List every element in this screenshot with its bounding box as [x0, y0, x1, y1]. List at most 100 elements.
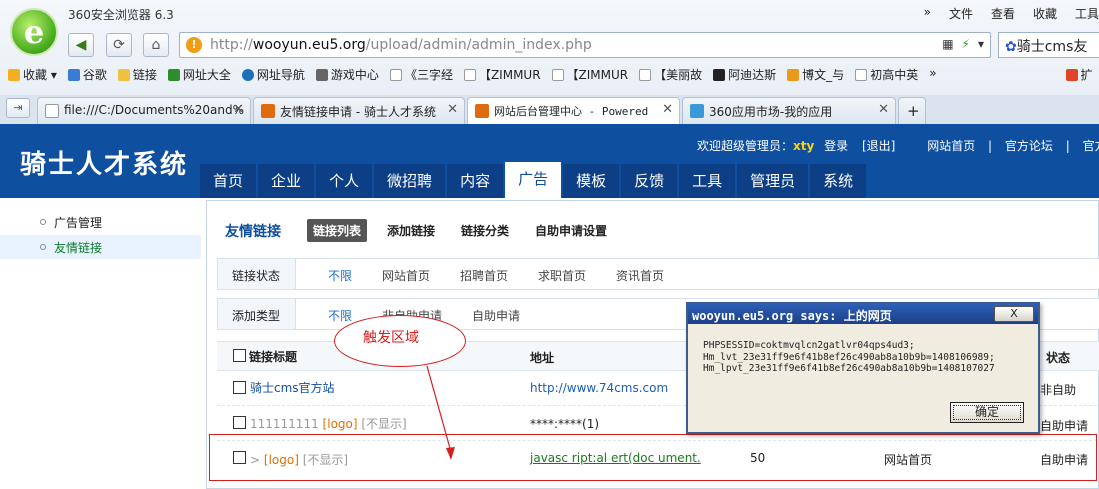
- tab-strip: ⇥ file:///C:/Documents%20and% ✕ 友情链接申请 - …: [0, 95, 1099, 125]
- nav-content[interactable]: 内容: [447, 164, 504, 198]
- filter-option[interactable]: 网站首页: [382, 267, 430, 284]
- dialog-ok-button[interactable]: 确定: [950, 402, 1024, 423]
- bookmark-zimmur-1[interactable]: 【ZIMMUR: [463, 66, 541, 86]
- nav-home[interactable]: 首页: [200, 164, 257, 198]
- menu-tools[interactable]: 工具: [1075, 5, 1099, 22]
- dialog-close-button[interactable]: X: [994, 306, 1034, 322]
- nav-personal[interactable]: 个人: [316, 164, 373, 198]
- link-title[interactable]: 骑士cms官方站: [250, 379, 335, 396]
- site-info-icon[interactable]: !: [186, 37, 202, 53]
- page-icon: [463, 69, 476, 81]
- nav-ads[interactable]: 广告: [505, 162, 562, 198]
- row-checkbox[interactable]: [233, 381, 246, 394]
- search-input[interactable]: ✿骑士cms友: [998, 32, 1099, 58]
- qr-code-icon[interactable]: ▦: [942, 37, 953, 51]
- forum-link[interactable]: 官方论坛: [1005, 139, 1053, 153]
- bookmark-links[interactable]: 链接: [117, 66, 157, 86]
- address-url[interactable]: http://wooyun.eu5.org/upload/admin/admin…: [210, 37, 592, 53]
- select-all-checkbox[interactable]: [233, 349, 246, 362]
- column-title: 链接标题: [249, 350, 298, 364]
- menu-favorites[interactable]: 收藏: [1033, 5, 1057, 22]
- nav-feedback[interactable]: 反馈: [621, 164, 678, 198]
- row-checkbox[interactable]: [233, 416, 246, 429]
- bookmark-google[interactable]: 谷歌: [67, 66, 107, 86]
- tab-link-apply[interactable]: 友情链接申请 - 骑士人才系统 ✕: [253, 97, 465, 124]
- filter-option[interactable]: 招聘首页: [460, 267, 508, 284]
- logout-link[interactable]: [退出]: [862, 139, 895, 153]
- bookmark-story[interactable]: 【美丽故: [639, 66, 702, 86]
- tab-add-link[interactable]: 添加链接: [381, 219, 441, 242]
- filter-option[interactable]: 不限: [328, 267, 352, 284]
- extensions-button[interactable]: 扩: [1065, 66, 1093, 86]
- bookmark-more[interactable]: »: [929, 66, 936, 86]
- folder-icon: [117, 69, 130, 81]
- bookmark-site-directory[interactable]: 网址大全: [167, 66, 231, 86]
- tab-self-apply-settings[interactable]: 自助申请设置: [529, 219, 613, 242]
- refresh-button[interactable]: ⟳: [106, 33, 132, 57]
- browser-chrome: e 360安全浏览器 6.3 » 文件 查看 收藏 工具 ◀ ⟳ ⌂ ! htt…: [0, 0, 1099, 125]
- nav-templates[interactable]: 模板: [563, 164, 620, 198]
- page-icon: [551, 69, 564, 81]
- home-icon: ⌂: [151, 37, 161, 53]
- browser-menu: » 文件 查看 收藏 工具: [924, 5, 1099, 22]
- chevron-down-icon[interactable]: ▾: [978, 37, 984, 51]
- nav-admins[interactable]: 管理员: [737, 164, 809, 198]
- link-url[interactable]: http://www.74cms.com: [530, 381, 668, 395]
- filter-option[interactable]: 资讯首页: [616, 267, 664, 284]
- site-home-link[interactable]: 网站首页: [927, 139, 975, 153]
- filter-option[interactable]: 自助申请: [472, 307, 520, 324]
- menu-overflow[interactable]: »: [924, 5, 931, 22]
- google-icon: [67, 69, 80, 81]
- lightning-icon[interactable]: ⚡: [962, 37, 970, 51]
- bookmark-favorites[interactable]: 收藏 ▾: [8, 66, 57, 86]
- link-status: 自助申请: [1040, 419, 1089, 433]
- logo-tag: [logo]: [322, 417, 358, 431]
- bookmark-site-nav[interactable]: 网址导航: [241, 66, 305, 86]
- tab-file[interactable]: file:///C:/Documents%20and% ✕: [37, 97, 251, 124]
- page-title: 友情链接: [225, 223, 281, 240]
- nav-tools[interactable]: 工具: [679, 164, 736, 198]
- bookmark-zimmur-2[interactable]: 【ZIMMUR: [551, 66, 628, 86]
- sidebar-toggle-icon[interactable]: ⇥: [6, 98, 30, 118]
- refresh-icon: ⟳: [113, 37, 125, 53]
- alert-dialog: wooyun.eu5.org says: 上的网页 X PHPSESSID=co…: [686, 302, 1040, 434]
- bookmark-adidas[interactable]: 阿迪达斯: [713, 66, 776, 86]
- bookmark-sanzijing[interactable]: 《三字经: [389, 66, 453, 86]
- sidebar: 广告管理 友情链接: [0, 198, 201, 489]
- filter-option[interactable]: 求职首页: [538, 267, 586, 284]
- bookmark-games[interactable]: 游戏中心: [315, 66, 379, 86]
- link-title[interactable]: 111111111: [250, 417, 319, 431]
- close-icon[interactable]: ✕: [878, 102, 889, 117]
- tab-link-category[interactable]: 链接分类: [455, 219, 515, 242]
- apps-icon: [690, 104, 704, 118]
- menu-view[interactable]: 查看: [991, 5, 1015, 22]
- close-icon[interactable]: ✕: [662, 102, 673, 117]
- login-link[interactable]: 登录: [824, 139, 848, 153]
- bookmark-english[interactable]: 初高中英: [855, 66, 918, 86]
- tab-app-market[interactable]: 360应用市场-我的应用 ✕: [682, 97, 896, 124]
- address-bar[interactable]: ! http://wooyun.eu5.org/upload/admin/adm…: [179, 32, 991, 58]
- nav-system[interactable]: 系统: [810, 164, 867, 198]
- site-favicon-icon: [261, 104, 275, 118]
- sidebar-item-ad-management[interactable]: 广告管理: [0, 210, 201, 234]
- menu-file[interactable]: 文件: [949, 5, 973, 22]
- site-favicon-icon: [475, 104, 489, 118]
- sidebar-item-friend-links[interactable]: 友情链接: [0, 235, 201, 259]
- official-link[interactable]: 官方网: [1083, 139, 1099, 153]
- back-button[interactable]: ◀: [68, 33, 94, 57]
- site-title: 骑士人才系统: [20, 150, 189, 180]
- link-url[interactable]: ****:****(1): [530, 417, 599, 431]
- bookmark-blog[interactable]: 博文_与: [787, 66, 844, 86]
- filter-option[interactable]: 不限: [328, 307, 352, 324]
- close-icon[interactable]: ✕: [447, 102, 458, 117]
- nav-company[interactable]: 企业: [258, 164, 315, 198]
- filter-link-status: 链接状态 不限 网站首页 招聘首页 求职首页 资讯首页: [217, 258, 1099, 290]
- new-tab-button[interactable]: +: [898, 97, 926, 124]
- page-icon: [45, 104, 59, 118]
- tab-admin[interactable]: 网站后台管理中心 - Powered ✕: [467, 97, 680, 125]
- dialog-message: PHPSESSID=coktmvqlcn2gatlvr04qps4ud3; Hm…: [703, 340, 995, 374]
- nav-micro-recruit[interactable]: 微招聘: [374, 164, 446, 198]
- tab-link-list[interactable]: 链接列表: [307, 219, 368, 242]
- close-icon[interactable]: ✕: [233, 102, 244, 117]
- home-button[interactable]: ⌂: [143, 33, 169, 57]
